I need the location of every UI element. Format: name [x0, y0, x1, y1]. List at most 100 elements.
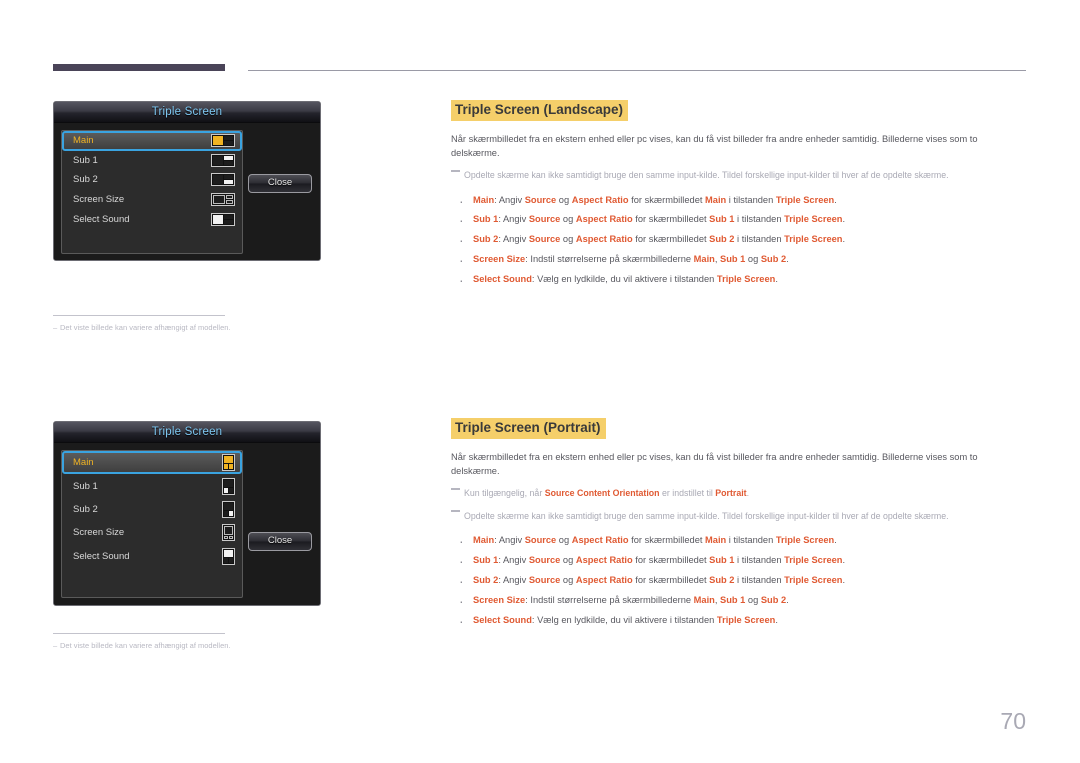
- osd-row-select-sound[interactable]: Select Sound: [62, 545, 242, 568]
- layout-icon-select-sound: [211, 212, 235, 226]
- osd-row-sub-2[interactable]: Sub 2: [62, 498, 242, 521]
- bullet-keyword: Main: [693, 254, 715, 265]
- section-intro: Når skærmbilledet fra en ekstern enhed e…: [451, 451, 978, 476]
- icon-zone-sub1: [224, 136, 233, 141]
- icon-zone-main: [213, 175, 223, 185]
- list-item: Screen Size: Indstil størrelserne på skæ…: [451, 250, 1026, 271]
- icon-zone-sub1: [224, 487, 228, 493]
- layout-icon-sub1: [222, 477, 235, 495]
- osd-row-label: Select Sound: [73, 213, 130, 225]
- close-button[interactable]: Close: [248, 532, 312, 551]
- icon-zone-subs: [224, 136, 233, 146]
- osd-row-sub-1[interactable]: Sub 1: [62, 151, 242, 171]
- osd-row-sub-2[interactable]: Sub 2: [62, 170, 242, 190]
- osd-row-label: Main: [73, 135, 94, 147]
- note-dash-icon: [451, 487, 460, 490]
- list-item: Select Sound: Vælg en lydkilde, du vil a…: [451, 610, 1026, 631]
- bullet-term: Sub 2: [473, 234, 499, 245]
- bullet-keyword: Triple Screen: [784, 234, 843, 245]
- bullet-term: Main: [473, 534, 495, 545]
- osd-window-portrait: Triple Screen Main Sub 1 Sub 2 Screen Size S…: [53, 421, 321, 606]
- bullet-keyword: Source: [524, 534, 557, 545]
- bullet-keyword: Main: [705, 534, 727, 545]
- icon-zone-subs: [224, 155, 233, 165]
- osd-row-main[interactable]: Main: [62, 451, 242, 475]
- layout-icon-sub1: [211, 153, 235, 167]
- caption-dash: –: [53, 323, 58, 332]
- bullet-keyword: Source: [528, 234, 561, 245]
- osd-menu-list: Main Sub 1 Sub 2 Screen Size Select Sound: [61, 450, 243, 598]
- section-note: Opdelte skærme kan ikke samtidigt bruge …: [451, 169, 1026, 182]
- osd-menu-list: Main Sub 1 Sub 2 Screen Size Select Sound: [61, 130, 243, 254]
- bullet-keyword: Triple Screen: [775, 194, 835, 205]
- list-item: Main: Angiv Source og Aspect Ratio for s…: [451, 531, 1026, 552]
- icon-zone-sub2: [224, 141, 233, 146]
- caption-dash: –: [53, 641, 58, 650]
- osd-row-sub-1[interactable]: Sub 1: [62, 474, 242, 497]
- icon-zone-sub2: [229, 487, 233, 493]
- icon-zone-main: [213, 155, 223, 165]
- osd-row-label: Screen Size: [73, 194, 125, 206]
- layout-icon-screen-size: [222, 524, 235, 542]
- bullet-keyword: Sub 2: [760, 594, 787, 605]
- bullet-keyword: Main: [693, 594, 715, 605]
- bullet-keyword: Triple Screen: [716, 614, 776, 625]
- layout-icon-screen-size: [211, 193, 235, 207]
- osd-row-label: Sub 2: [73, 174, 98, 186]
- bullet-keyword: Triple Screen: [784, 554, 843, 565]
- icon-zone-main: [213, 136, 223, 146]
- osd-window-landscape: Triple Screen Main Sub 1 Sub 2 Screen Size S…: [53, 101, 321, 261]
- bullet-keyword: Main: [705, 194, 727, 205]
- header-accent-bar: [53, 64, 225, 71]
- icon-zone-subs: [224, 510, 233, 516]
- bullet-term: Select Sound: [473, 614, 532, 625]
- osd-row-screen-size[interactable]: Screen Size: [62, 521, 242, 544]
- list-item: Sub 1: Angiv Source og Aspect Ratio for …: [451, 210, 1026, 231]
- note-keyword: Source Content Orientation: [544, 488, 660, 499]
- osd-row-select-sound[interactable]: Select Sound: [62, 209, 242, 229]
- bullet-keyword: Sub 2: [760, 254, 787, 265]
- layout-icon-select-sound: [222, 547, 235, 565]
- section-portrait: Triple Screen (Portrait) Når skærmbillede…: [451, 418, 1026, 634]
- bullet-keyword: Source: [524, 194, 557, 205]
- osd-side-pane: Close: [247, 450, 313, 598]
- note-dash-icon: [451, 509, 460, 512]
- icon-zone-subs: [224, 487, 233, 493]
- section-bullet-list: Main: Angiv Source og Aspect Ratio for s…: [451, 190, 1026, 291]
- osd-row-screen-size[interactable]: Screen Size: [62, 190, 242, 210]
- icon-zone-sub2: [224, 160, 233, 165]
- osd-row-main[interactable]: Main: [62, 131, 242, 151]
- panel-caption: – Det viste billede kan variere afhængigt…: [53, 323, 231, 332]
- list-item: Select Sound: Vælg en lydkilde, du vil a…: [451, 270, 1026, 291]
- icon-zone-subs: [224, 464, 233, 470]
- osd-side-pane: Close: [247, 130, 313, 253]
- icon-zone-sub2: [224, 219, 233, 224]
- bullet-keyword: Aspect Ratio: [571, 194, 629, 205]
- close-button[interactable]: Close: [248, 174, 312, 193]
- icon-zone-subs: [224, 536, 233, 540]
- icon-zone-main: [224, 526, 233, 536]
- icon-zone-main: [213, 214, 223, 224]
- bullet-keyword: Triple Screen: [775, 534, 835, 545]
- osd-row-label: Sub 1: [73, 154, 98, 166]
- icon-zone-sub1: [224, 175, 233, 180]
- caption-rule: [53, 315, 225, 316]
- bullet-keyword: Source: [528, 554, 561, 565]
- icon-zone-main: [213, 195, 225, 205]
- osd-body: Main Sub 1 Sub 2 Screen Size Select Sound Cl…: [54, 123, 320, 260]
- bullet-keyword: Sub 1: [709, 214, 735, 225]
- osd-title: Triple Screen: [54, 102, 320, 123]
- header-rule: [248, 70, 1026, 71]
- section-note: Opdelte skærme kan ikke samtidigt bruge …: [451, 509, 1026, 523]
- bullet-term: Select Sound: [473, 274, 532, 285]
- icon-zone-subs: [224, 175, 233, 185]
- bullet-keyword: Triple Screen: [716, 274, 776, 285]
- list-item: Sub 1: Angiv Source og Aspect Ratio for …: [451, 551, 1026, 572]
- icon-zone-subs: [226, 195, 233, 205]
- bullet-keyword: Sub 1: [709, 554, 735, 565]
- bullet-keyword: Sub 1: [720, 254, 746, 265]
- bullet-term: Main: [473, 194, 495, 205]
- bullet-term: Sub 1: [473, 214, 499, 225]
- icon-zone-main: [224, 456, 233, 464]
- icon-zone-sub1: [226, 195, 233, 200]
